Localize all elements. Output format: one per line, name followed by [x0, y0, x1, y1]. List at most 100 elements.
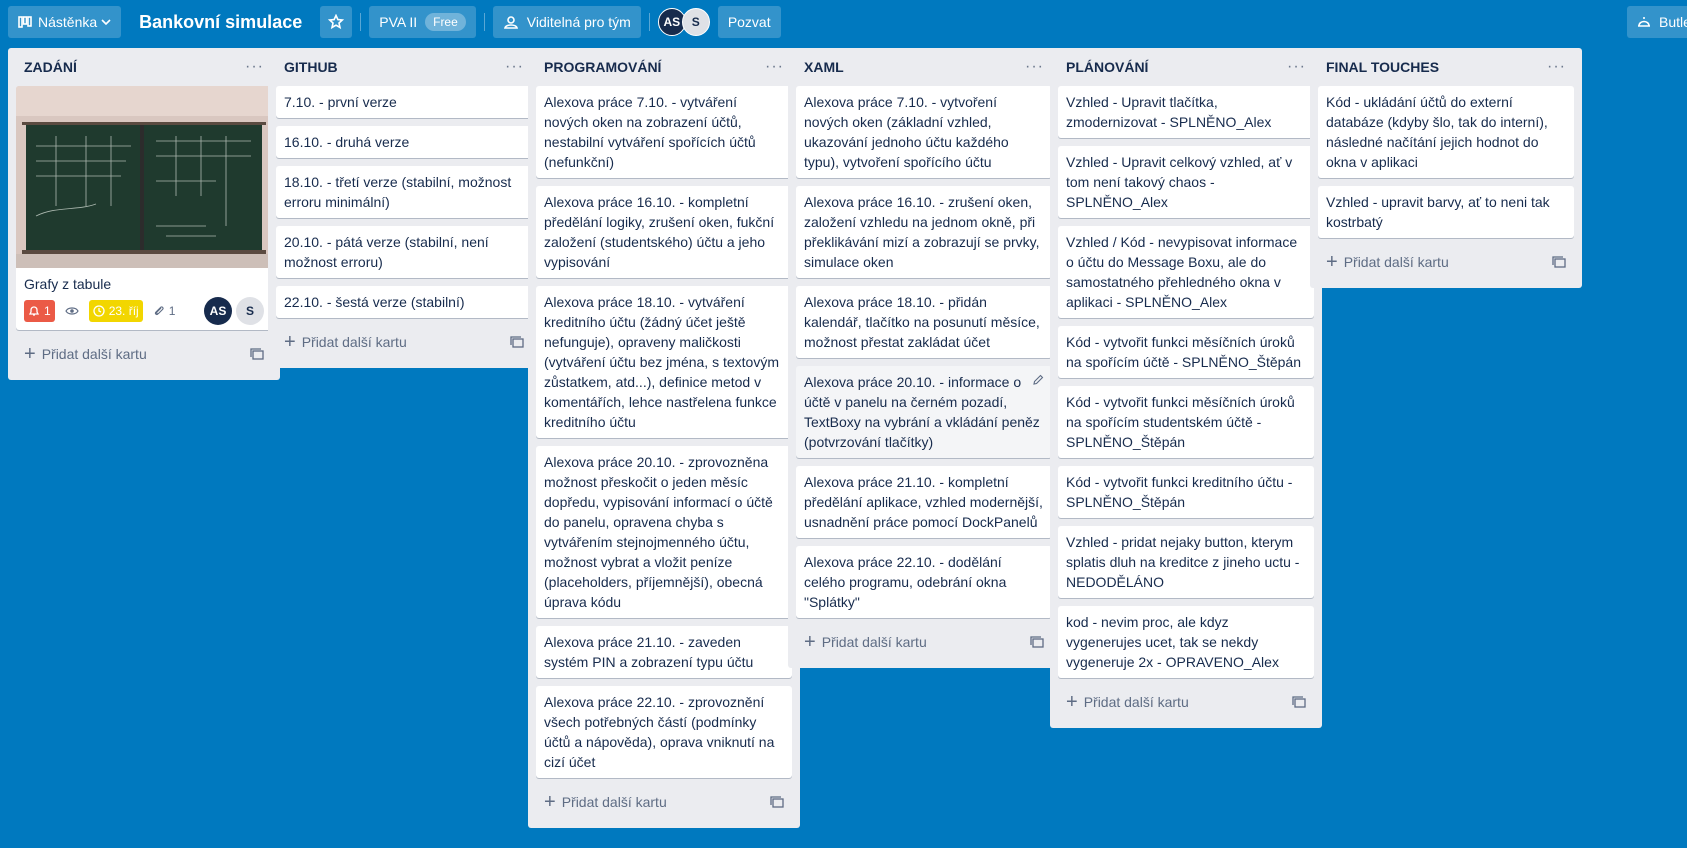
card[interactable]: Kód - vytvořit funkci měsíčních úroků na…	[1058, 326, 1314, 378]
attachment-badge: 1	[149, 300, 180, 322]
plan-badge: Free	[425, 13, 466, 31]
plus-icon: +	[284, 331, 296, 353]
butler-label: Butle	[1659, 14, 1687, 30]
card-badges: 1 23. říj 1 AS S	[24, 297, 264, 325]
bell-icon	[28, 305, 40, 317]
list-title[interactable]: XAML	[804, 59, 844, 75]
card[interactable]: 20.10. - pátá verze (stabilní, není možn…	[276, 226, 532, 278]
add-card-button[interactable]: + Přidat další kartu	[1058, 684, 1314, 720]
workspace-name: PVA II	[379, 14, 418, 30]
card[interactable]: Alexova práce 18.10. - vytváření kreditn…	[536, 286, 792, 438]
pencil-icon[interactable]	[1032, 374, 1044, 386]
avatar[interactable]: AS	[204, 297, 232, 325]
visibility-button[interactable]: Viditelná pro tým	[492, 6, 641, 38]
plus-icon: +	[544, 791, 556, 813]
card-template-icon[interactable]	[1552, 256, 1566, 268]
notification-count: 1	[44, 304, 51, 318]
eye-icon	[65, 306, 79, 316]
paperclip-icon	[153, 305, 165, 317]
card[interactable]: Vzhled - Upravit celkový vzhled, ať v to…	[1058, 146, 1314, 218]
board-title[interactable]: Bankovní simulace	[129, 12, 312, 33]
card[interactable]: 18.10. - třetí verze (stabilní, možnost …	[276, 166, 532, 218]
card[interactable]: Alexova práce 22.10. - zprovoznění všech…	[536, 686, 792, 778]
list-header: PLÁNOVÁNÍ ···	[1058, 48, 1314, 86]
card-hovered[interactable]: Alexova práce 20.10. - informace o účtě …	[796, 366, 1052, 458]
notification-badge: 1	[24, 300, 55, 322]
add-card-button[interactable]: + Přidat další kartu	[536, 784, 792, 820]
card-template-icon[interactable]	[250, 348, 264, 360]
card-text: Alexova práce 20.10. - informace o účtě …	[804, 374, 1040, 450]
butler-button[interactable]: Butle	[1627, 6, 1687, 38]
plus-icon: +	[24, 343, 36, 365]
avatar[interactable]: S	[681, 8, 710, 36]
visibility-label: Viditelná pro tým	[526, 14, 631, 30]
header-divider	[648, 13, 650, 31]
card-template-icon[interactable]	[510, 336, 524, 348]
card[interactable]: Alexova práce 20.10. - zprovozněna možno…	[536, 446, 792, 618]
add-card-button[interactable]: + Přidat další kartu	[796, 624, 1052, 660]
add-card-label: Přidat další kartu	[1343, 254, 1449, 270]
card[interactable]: Alexova práce 16.10. - zrušení oken, zal…	[796, 186, 1052, 278]
card[interactable]: Vzhled / Kód - nevypisovat informace o ú…	[1058, 226, 1314, 318]
list-title[interactable]: ZADÁNÍ	[24, 59, 77, 75]
team-icon	[503, 15, 519, 29]
card-body: Grafy z tabule 1 23. říj 1 AS S	[16, 268, 272, 330]
add-card-button[interactable]: + Přidat další kartu	[276, 324, 532, 360]
board-header: Nástěnka Bankovní simulace PVA II Free V…	[0, 0, 1687, 44]
boards-label: Nástěnka	[38, 14, 98, 30]
card[interactable]: Alexova práce 18.10. - přidán kalendář, …	[796, 286, 1052, 358]
list-header: ZADÁNÍ ···	[16, 48, 272, 86]
add-card-label: Přidat další kartu	[301, 334, 407, 350]
header-divider	[360, 13, 362, 31]
card[interactable]: kod - nevim proc, ale kdyz vygenerujes u…	[1058, 606, 1314, 678]
card[interactable]: Alexova práce 22.10. - dodělání celého p…	[796, 546, 1052, 618]
card[interactable]: Vzhled - upravit barvy, ať to neni tak k…	[1318, 186, 1574, 238]
add-card-label: Přidat další kartu	[561, 794, 667, 810]
add-card-button[interactable]: + Přidat další kartu	[1318, 244, 1574, 280]
boards-button[interactable]: Nástěnka	[8, 6, 122, 38]
card[interactable]: Vzhled - Upravit tlačítka, zmodernizovat…	[1058, 86, 1314, 138]
list-title[interactable]: PLÁNOVÁNÍ	[1066, 59, 1148, 75]
card-template-icon[interactable]	[1030, 636, 1044, 648]
card[interactable]: 16.10. - druhá verze	[276, 126, 532, 158]
card-with-cover[interactable]: Grafy z tabule 1 23. říj 1 AS S	[16, 86, 272, 330]
list-menu-icon[interactable]: ···	[245, 58, 264, 76]
attachment-count: 1	[168, 304, 176, 318]
board-icon	[18, 16, 32, 28]
card[interactable]: Alexova práce 21.10. - kompletní předělá…	[796, 466, 1052, 538]
card[interactable]: Kód - vytvořit funkci měsíčních úroků na…	[1058, 386, 1314, 458]
card[interactable]: Vzhled - pridat nejaky button, kterym sp…	[1058, 526, 1314, 598]
card[interactable]: Alexova práce 21.10. - zaveden systém PI…	[536, 626, 792, 678]
add-card-label: Přidat další kartu	[1083, 694, 1189, 710]
add-card-label: Přidat další kartu	[821, 634, 927, 650]
card-template-icon[interactable]	[770, 796, 784, 808]
list-title[interactable]: PROGRAMOVÁNÍ	[544, 59, 661, 75]
list-menu-icon[interactable]: ···	[505, 58, 524, 76]
add-card-button[interactable]: + Přidat další kartu	[16, 336, 272, 372]
butler-icon	[1637, 16, 1651, 28]
avatar[interactable]: S	[236, 297, 264, 325]
star-button[interactable]	[320, 6, 353, 38]
list-menu-icon[interactable]: ···	[765, 58, 784, 76]
card[interactable]: 7.10. - první verze	[276, 86, 532, 118]
list-menu-icon[interactable]: ···	[1287, 58, 1306, 76]
due-date: 23. říj	[108, 304, 139, 318]
list-programovani: PROGRAMOVÁNÍ ··· Alexova práce 7.10. - v…	[528, 48, 800, 828]
list-final-touches: FINAL TOUCHES ··· Kód - ukládání účtů do…	[1310, 48, 1582, 288]
list-title[interactable]: FINAL TOUCHES	[1326, 59, 1439, 75]
card[interactable]: Kód - vytvořit funkci kreditního účtu - …	[1058, 466, 1314, 518]
list-menu-icon[interactable]: ···	[1547, 58, 1566, 76]
list-header: FINAL TOUCHES ···	[1318, 48, 1574, 86]
card-template-icon[interactable]	[1292, 696, 1306, 708]
card[interactable]: 22.10. - šestá verze (stabilní)	[276, 286, 532, 318]
card[interactable]: Kód - ukládání účtů do externí databáze …	[1318, 86, 1574, 178]
card[interactable]: Alexova práce 7.10. - vytváření nových o…	[536, 86, 792, 178]
workspace-button[interactable]: PVA II Free	[369, 6, 476, 38]
card[interactable]: Alexova práce 7.10. - vytvoření nových o…	[796, 86, 1052, 178]
watching-badge	[61, 300, 83, 322]
list-menu-icon[interactable]: ···	[1025, 58, 1044, 76]
card[interactable]: Alexova práce 16.10. - kompletní předělá…	[536, 186, 792, 278]
due-date-badge[interactable]: 23. říj	[88, 300, 143, 322]
list-title[interactable]: GITHUB	[284, 59, 338, 75]
invite-button[interactable]: Pozvat	[717, 6, 781, 38]
